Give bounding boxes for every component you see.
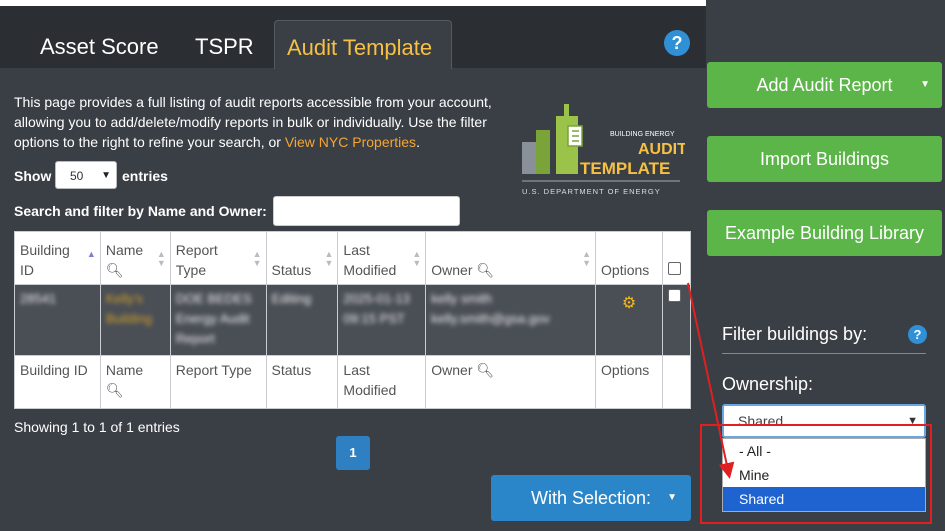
question-circle-icon[interactable]: ? xyxy=(664,30,690,56)
logo-line1: BUILDING ENERGY xyxy=(610,131,675,138)
modified-cell: 2025-01-13 09:15 PST xyxy=(343,291,410,326)
status-cell: Editing xyxy=(271,291,312,306)
intro-suffix: . xyxy=(416,134,420,150)
intro-body: This page provides a full listing of aud… xyxy=(14,94,492,150)
search-input[interactable] xyxy=(273,196,460,226)
entries-select[interactable]: 50 ▼ xyxy=(55,161,117,189)
import-buildings-button[interactable]: Import Buildings xyxy=(707,136,942,182)
table-footer-row: Building ID Name 🔍︎ Report Type Status L… xyxy=(14,355,692,409)
footer-name: Name 🔍︎ xyxy=(99,355,171,409)
col-options: Options xyxy=(595,231,663,285)
sort-icon: ▲ ▼ xyxy=(324,249,334,268)
search-label: Search and filter by Name and Owner: xyxy=(14,203,267,219)
audit-template-logo: BUILDING ENERGY AUDIT TEMPLATE U.S. DEPA… xyxy=(522,104,685,196)
with-selection-label: With Selection: xyxy=(531,488,652,508)
logo-line2: AUDIT xyxy=(638,141,685,158)
tab-audit-template[interactable]: Audit Template xyxy=(274,20,452,69)
building-name-link[interactable]: Kelly's Building xyxy=(106,291,152,326)
sort-icon: ▲ ▼ xyxy=(582,249,592,268)
tab-asset-score[interactable]: Asset Score xyxy=(28,20,171,68)
main-panel: Asset Score TSPR Audit Template ? This p… xyxy=(0,0,706,531)
col-last-modified[interactable]: Last Modified ▲ ▼ xyxy=(337,231,427,285)
reports-table: Building ID ▲ Name 🔍︎ ▲ ▼ Report Type ▲ ▼ Status… xyxy=(14,231,692,409)
logo-line3: TEMPLATE xyxy=(580,159,670,178)
logo-line4: U.S. DEPARTMENT OF ENERGY xyxy=(522,187,661,196)
footer-blank xyxy=(661,355,692,409)
divider xyxy=(722,353,926,354)
filter-label: Filter buildings by: xyxy=(722,324,868,344)
show-label: Show xyxy=(14,168,52,184)
caret-down-icon: ▼ xyxy=(667,492,677,503)
col-owner[interactable]: Owner 🔍︎ ▲ ▼ xyxy=(425,231,597,285)
intro-text: This page provides a full listing of aud… xyxy=(14,92,499,152)
building-id-cell: 28541 xyxy=(20,291,57,306)
search-icon: 🔍︎ xyxy=(105,262,124,278)
page-1-button[interactable]: 1 xyxy=(336,436,370,470)
footer-options: Options xyxy=(595,355,663,409)
sort-asc-icon: ▲ xyxy=(86,249,96,259)
table-row[interactable]: 28541 Kelly's Building DOE BEDES Energy … xyxy=(14,284,692,356)
tab-tspr[interactable]: TSPR xyxy=(183,20,266,68)
sort-icon: ▲ ▼ xyxy=(412,249,422,268)
entries-suffix: entries xyxy=(122,168,168,184)
sort-icon: ▲ ▼ xyxy=(252,249,262,268)
footer-status: Status xyxy=(265,355,339,409)
col-status[interactable]: Status ▲ ▼ xyxy=(265,231,339,285)
search-icon: 🔍︎ xyxy=(476,262,495,278)
footer-owner: Owner 🔍︎ xyxy=(425,355,597,409)
gear-icon[interactable]: ⚙ xyxy=(601,293,657,313)
example-building-library-button[interactable]: Example Building Library xyxy=(707,210,942,256)
chevron-down-icon: ▼ xyxy=(101,170,111,181)
add-audit-label: Add Audit Report xyxy=(756,75,893,95)
annotation-box xyxy=(700,424,932,524)
footer-last-modified: Last Modified xyxy=(337,355,427,409)
entries-value: 50 xyxy=(70,169,84,183)
add-audit-report-button[interactable]: Add Audit Report ▼ xyxy=(707,62,942,108)
footer-report-type: Report Type xyxy=(169,355,267,409)
tab-bar: Asset Score TSPR Audit Template ? xyxy=(0,6,706,69)
view-nyc-link[interactable]: View NYC Properties xyxy=(285,134,416,150)
report-type-cell: DOE BEDES Energy Audit Report xyxy=(175,291,252,346)
showing-entries: Showing 1 to 1 of 1 entries xyxy=(14,419,180,435)
search-icon[interactable]: 🔍︎ xyxy=(106,382,124,398)
select-all-checkbox[interactable] xyxy=(667,262,681,275)
question-circle-icon[interactable]: ? xyxy=(908,325,927,344)
col-report-type[interactable]: Report Type ▲ ▼ xyxy=(169,231,267,285)
row-checkbox[interactable] xyxy=(667,289,681,302)
owner-cell: kelly smith kelly.smith@gsa.gov xyxy=(431,291,550,326)
sort-icon: ▲ ▼ xyxy=(156,249,166,268)
search-icon[interactable]: 🔍︎ xyxy=(476,362,494,378)
col-select-all xyxy=(661,231,692,285)
col-building-id[interactable]: Building ID ▲ xyxy=(14,231,101,285)
with-selection-button[interactable]: With Selection: ▼ xyxy=(491,475,691,521)
col-name[interactable]: Name 🔍︎ ▲ ▼ xyxy=(99,231,171,285)
table-header-row: Building ID ▲ Name 🔍︎ ▲ ▼ Report Type ▲ ▼ Status… xyxy=(14,231,692,285)
caret-down-icon[interactable]: ▼ xyxy=(920,62,930,108)
ownership-label: Ownership: xyxy=(722,374,814,394)
footer-building-id: Building ID xyxy=(14,355,101,409)
